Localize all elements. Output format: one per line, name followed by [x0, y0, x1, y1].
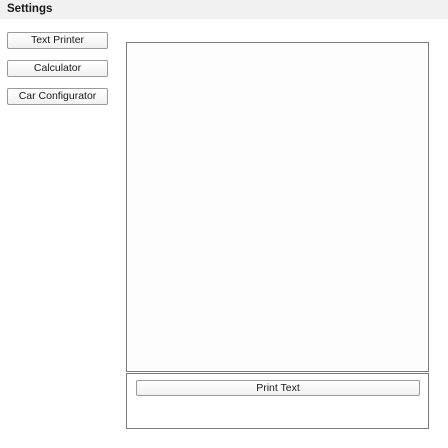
text-printer-button[interactable]: Text Printer — [7, 32, 108, 49]
car-configurator-button[interactable]: Car Configurator — [7, 88, 108, 105]
text-output-area[interactable] — [126, 42, 429, 372]
controls-panel: Print Text — [126, 373, 429, 429]
print-text-button[interactable]: Print Text — [136, 380, 420, 396]
menu-bar: Settings — [0, 0, 448, 19]
menu-settings[interactable]: Settings — [7, 2, 52, 16]
calculator-button[interactable]: Calculator — [7, 60, 108, 77]
